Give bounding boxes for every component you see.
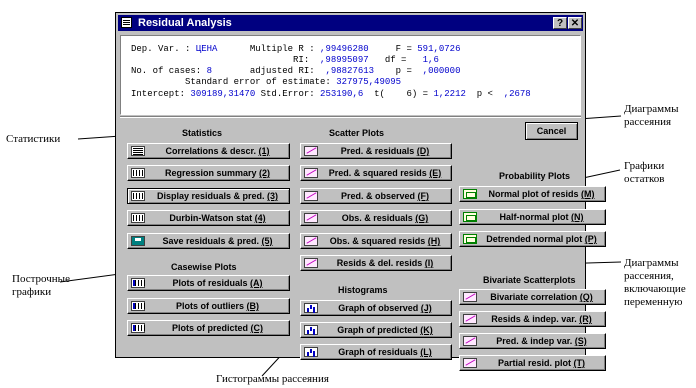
resids-del-resids-button[interactable]: Resids & del. resids (I): [300, 255, 452, 271]
pred-residuals-button[interactable]: Pred. & residuals (D): [300, 143, 452, 159]
group-casewise-plots: Casewise Plots: [171, 262, 237, 272]
group-histograms: Histograms: [338, 285, 388, 295]
scatterplot-icon: [304, 168, 318, 178]
scatterplot-icon: [304, 213, 318, 223]
annotation-histograms: Гистограммы рассеяния: [216, 373, 329, 385]
cancel-button[interactable]: Cancel: [525, 122, 578, 140]
annotation-residual-plots: Графики остатков: [624, 160, 665, 185]
results-line-2: RI: ,98995097 df = 1,6: [131, 55, 439, 65]
scatterplot-icon: [304, 258, 318, 268]
pred-squared-resids-button[interactable]: Pred. & squared resids (E): [300, 165, 452, 181]
results-summary-panel: Dep. Var. : ЦЕНА Multiple R : ,99496280 …: [120, 35, 581, 115]
annotation-bivariate-scatterplots: Диаграммы рассеяния, включающие переменную: [624, 257, 686, 308]
probability-plot-icon: [463, 212, 477, 222]
graph-of-predicted-button[interactable]: Graph of predicted (K): [300, 322, 452, 338]
grid-table-icon: [131, 191, 145, 201]
display-residuals-pred-button[interactable]: Display residuals & pred. (3): [127, 188, 290, 204]
casewise-plot-icon: [131, 301, 145, 311]
group-bivariate-scatterplots: Bivariate Scatterplots: [483, 275, 576, 285]
annotation-statistics: Статистики: [6, 133, 61, 145]
separator: [120, 116, 581, 118]
results-line-1: Dep. Var. : ЦЕНА Multiple R : ,99496280 …: [131, 44, 461, 54]
graph-of-observed-button[interactable]: Graph of observed (J): [300, 300, 452, 316]
scatterplot-icon: [304, 191, 318, 201]
help-button[interactable]: ?: [553, 17, 567, 29]
group-scatter-plots: Scatter Plots: [329, 128, 385, 138]
scatterplot-icon: [463, 358, 477, 368]
close-button[interactable]: ✕: [568, 17, 582, 29]
group-probability-plots: Probability Plots: [499, 171, 571, 181]
save-disk-icon: [131, 236, 145, 246]
regression-summary-button[interactable]: Regression summary (2): [127, 165, 290, 181]
casewise-plot-icon: [131, 323, 145, 333]
histogram-icon: [304, 325, 318, 335]
probability-plot-icon: [463, 189, 477, 199]
partial-resid-plot-button[interactable]: Partial resid. plot (T): [459, 355, 606, 371]
scatterplot-icon: [463, 336, 477, 346]
app-icon: [121, 17, 132, 28]
bivariate-correlation-button[interactable]: Bivariate correlation (Q): [459, 289, 606, 305]
histogram-icon: [304, 303, 318, 313]
grid-table-icon: [131, 168, 145, 178]
resids-indep-var-button[interactable]: Resids & indep. var. (R): [459, 311, 606, 327]
plots-of-predicted-button[interactable]: Plots of predicted (C): [127, 320, 290, 336]
results-line-4: Standard error of estimate: 327975,49095: [131, 77, 402, 87]
title-bar: Residual Analysis ? ✕: [118, 15, 583, 31]
scatterplot-icon: [463, 314, 477, 324]
correlations-descr-button[interactable]: Correlations & descr. (1): [127, 143, 290, 159]
results-line-3: No. of cases: 8 adjusted RI: ,98827613 p…: [131, 66, 461, 76]
histogram-icon: [304, 347, 318, 357]
half-normal-plot-button[interactable]: Half-normal plot (N): [459, 209, 606, 225]
annotation-casewise-plots: Построчные графики: [12, 273, 70, 298]
graph-of-residuals-button[interactable]: Graph of residuals (L): [300, 344, 452, 360]
obs-residuals-button[interactable]: Obs. & residuals (G): [300, 210, 452, 226]
obs-squared-resids-button[interactable]: Obs. & squared resids (H): [300, 233, 452, 249]
table-icon: [131, 146, 145, 156]
plots-of-outliers-button[interactable]: Plots of outliers (B): [127, 298, 290, 314]
pred-observed-button[interactable]: Pred. & observed (F): [300, 188, 452, 204]
durbin-watson-button[interactable]: Durbin-Watson stat (4): [127, 210, 290, 226]
scatterplot-icon: [304, 146, 318, 156]
casewise-plot-icon: [131, 278, 145, 288]
group-statistics: Statistics: [182, 128, 223, 138]
grid-table-icon: [131, 213, 145, 223]
window-title: Residual Analysis: [138, 17, 232, 29]
probability-plot-icon: [463, 234, 477, 244]
scatterplot-icon: [463, 292, 477, 302]
residual-analysis-window: Residual Analysis ? ✕ Dep. Var. : ЦЕНА M…: [115, 12, 606, 371]
results-line-5: Intercept: 309189,31470 Std.Error: 25319…: [131, 89, 531, 99]
detrended-normal-plot-button[interactable]: Detrended normal plot (P): [459, 231, 606, 247]
normal-plot-resids-button[interactable]: Normal plot of resids (M): [459, 186, 606, 202]
save-residuals-pred-button[interactable]: Save residuals & pred. (5): [127, 233, 290, 249]
pred-indep-var-button[interactable]: Pred. & indep var. (S): [459, 333, 606, 349]
annotation-scatter-plots: Диаграммы рассеяния: [624, 103, 679, 128]
scatterplot-icon: [304, 236, 318, 246]
plots-of-residuals-button[interactable]: Plots of residuals (A): [127, 275, 290, 291]
